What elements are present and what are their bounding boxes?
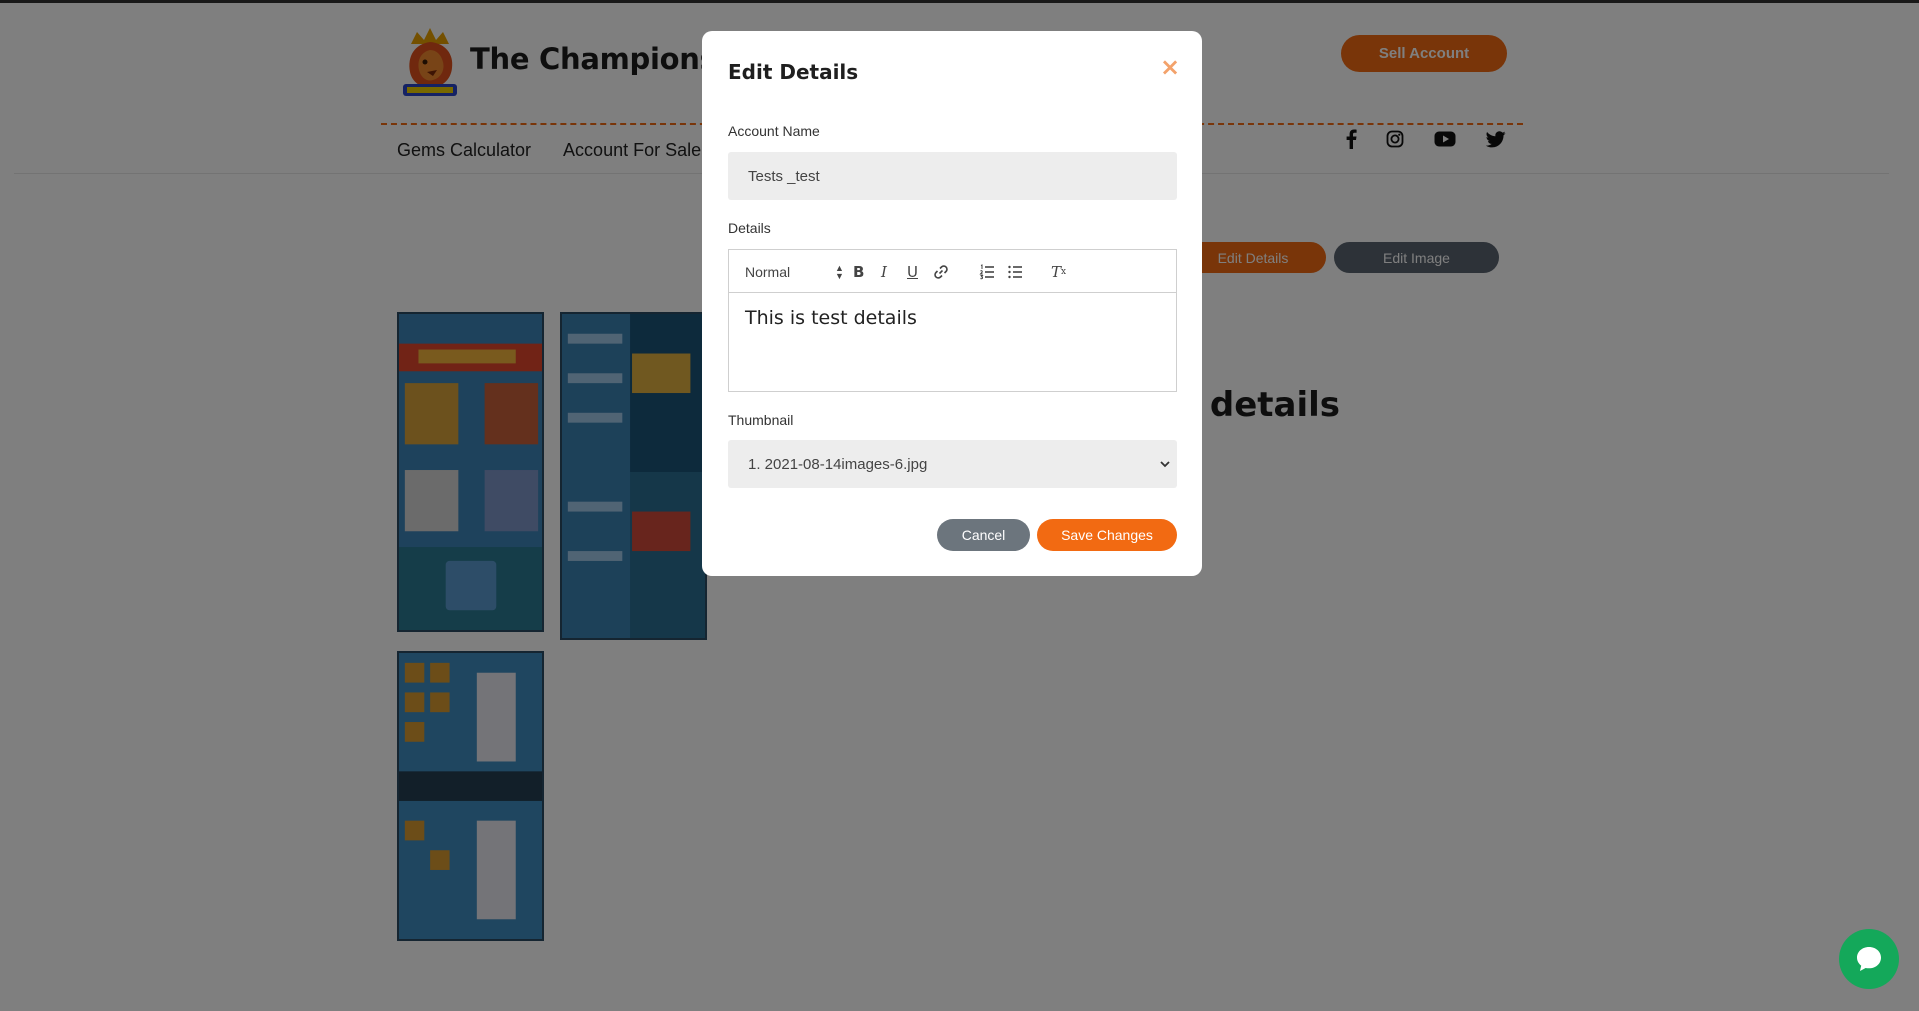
clear-format-button[interactable]: Tx bbox=[1051, 262, 1066, 282]
format-select[interactable]: Normal ▲ ▼ bbox=[745, 262, 844, 282]
chevron-down-icon bbox=[1159, 457, 1171, 474]
link-icon[interactable] bbox=[933, 262, 949, 282]
close-icon[interactable]: × bbox=[1158, 55, 1182, 79]
italic-button[interactable]: I bbox=[881, 262, 887, 282]
modal-title: Edit Details bbox=[728, 60, 859, 84]
thumbnail-select[interactable]: 1. 2021-08-14images-6.jpg bbox=[728, 440, 1177, 488]
edit-details-modal: Edit Details × Account Name Details Norm… bbox=[702, 31, 1202, 576]
details-editor: Normal ▲ ▼ B I U Tx This is test details bbox=[728, 249, 1177, 392]
save-changes-button[interactable]: Save Changes bbox=[1037, 519, 1177, 551]
clear-format-label: T bbox=[1051, 263, 1062, 281]
cancel-button[interactable]: Cancel bbox=[937, 519, 1030, 551]
format-arrows-icon: ▲ ▼ bbox=[835, 263, 844, 281]
details-label: Details bbox=[728, 220, 771, 236]
format-select-label: Normal bbox=[745, 264, 791, 280]
thumbnail-selected-value: 1. 2021-08-14images-6.jpg bbox=[748, 455, 928, 473]
account-name-input[interactable] bbox=[728, 152, 1177, 200]
ordered-list-icon[interactable] bbox=[979, 262, 995, 282]
thumbnail-label: Thumbnail bbox=[728, 412, 794, 428]
editor-content[interactable]: This is test details bbox=[745, 307, 917, 329]
bullet-list-icon[interactable] bbox=[1007, 262, 1023, 282]
bold-button[interactable]: B bbox=[853, 262, 864, 282]
underline-button[interactable]: U bbox=[907, 262, 918, 282]
editor-toolbar: Normal ▲ ▼ B I U Tx bbox=[729, 250, 1176, 293]
chat-widget-button[interactable] bbox=[1839, 929, 1899, 989]
chat-bubble-icon bbox=[1857, 947, 1881, 971]
account-name-label: Account Name bbox=[728, 123, 820, 139]
